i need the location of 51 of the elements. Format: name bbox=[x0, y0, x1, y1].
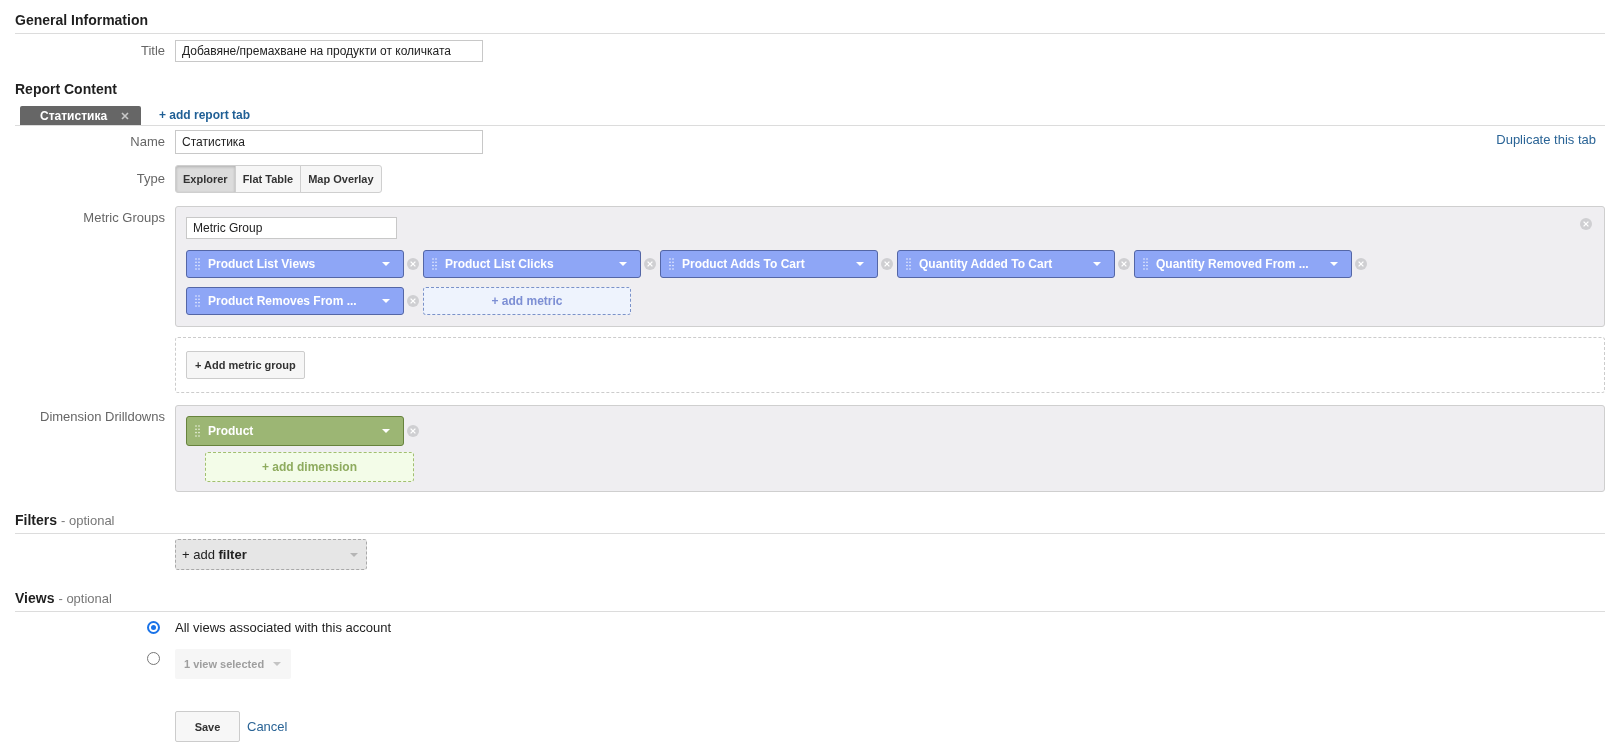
optional-note: - optional bbox=[58, 591, 112, 607]
caret-icon bbox=[273, 662, 281, 666]
caret-icon bbox=[382, 262, 390, 266]
section-heading: Views bbox=[15, 590, 55, 606]
drag-handle-icon bbox=[669, 258, 674, 270]
caret-icon bbox=[856, 262, 864, 266]
cancel-link[interactable]: Cancel bbox=[247, 718, 288, 735]
metric-group-name-input[interactable]: Metric Group bbox=[186, 217, 397, 239]
caret-icon bbox=[1093, 262, 1101, 266]
remove-icon[interactable] bbox=[1118, 258, 1130, 270]
radio-button[interactable] bbox=[147, 621, 160, 634]
drag-handle-icon bbox=[195, 425, 200, 437]
field-label: Title bbox=[139, 42, 165, 60]
drag-handle-icon bbox=[195, 295, 200, 307]
close-icon[interactable] bbox=[121, 111, 130, 120]
field-label: Dimension Drilldowns bbox=[39, 408, 165, 426]
caret-icon bbox=[382, 299, 390, 303]
drag-handle-icon bbox=[1143, 258, 1148, 270]
remove-icon[interactable] bbox=[1580, 218, 1592, 230]
add-metric-group-button[interactable]: + Add metric group bbox=[186, 351, 305, 379]
drag-handle-icon bbox=[906, 258, 911, 270]
caret-icon bbox=[350, 552, 358, 557]
field-label: Type bbox=[135, 170, 165, 188]
remove-icon[interactable] bbox=[407, 258, 419, 270]
drag-handle-icon bbox=[432, 258, 437, 270]
option-label: All views associated with this account bbox=[175, 620, 392, 636]
caret-icon bbox=[619, 262, 627, 266]
type-toggle-button[interactable]: Flat Table bbox=[234, 165, 302, 193]
duplicate-tab-link[interactable]: Duplicate this tab bbox=[1496, 132, 1605, 154]
field-label: Name bbox=[129, 133, 165, 151]
add-report-tab-link[interactable]: + add report tab bbox=[159, 107, 250, 123]
type-toggle-button[interactable]: Explorer bbox=[175, 165, 236, 193]
remove-icon[interactable] bbox=[644, 258, 656, 270]
remove-icon[interactable] bbox=[881, 258, 893, 270]
field-label: Metric Groups bbox=[82, 209, 165, 227]
section-heading: Report Content bbox=[15, 81, 117, 97]
caret-icon bbox=[382, 429, 390, 433]
add-filter-dropdown[interactable]: + add filter bbox=[175, 539, 367, 570]
remove-icon[interactable] bbox=[407, 295, 419, 307]
section-heading: General Information bbox=[15, 12, 149, 28]
save-button[interactable]: Save bbox=[175, 711, 240, 742]
drag-handle-icon bbox=[195, 258, 200, 270]
caret-icon bbox=[1330, 262, 1338, 266]
remove-icon[interactable] bbox=[1355, 258, 1367, 270]
remove-icon[interactable] bbox=[407, 425, 419, 437]
type-toggle-button[interactable]: Map Overlay bbox=[300, 165, 382, 193]
title-input[interactable]: Добавяне/премахване на продукти от количката bbox=[175, 40, 483, 62]
section-heading: Filters bbox=[15, 512, 57, 528]
name-input[interactable]: Статистика bbox=[175, 130, 483, 154]
optional-note: - optional bbox=[61, 513, 115, 529]
report-tab[interactable]: Статистика bbox=[20, 106, 141, 125]
